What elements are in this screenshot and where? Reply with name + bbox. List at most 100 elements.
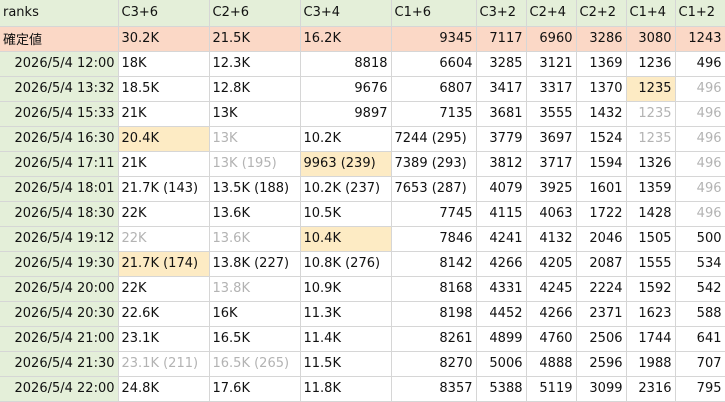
table-cell[interactable]: 496 — [675, 176, 725, 202]
table-cell[interactable]: 2087 — [576, 251, 627, 277]
column-header[interactable]: C1+2 — [675, 0, 725, 27]
table-cell[interactable]: 2596 — [576, 351, 627, 377]
table-cell[interactable]: 4452 — [476, 301, 527, 327]
table-cell[interactable]: 1623 — [626, 301, 676, 327]
table-cell[interactable]: 1524 — [576, 126, 627, 152]
table-cell[interactable]: 1722 — [576, 201, 627, 227]
confirmed-cell[interactable]: 3286 — [576, 26, 627, 52]
row-timestamp[interactable]: 2026/5/4 22:00 — [0, 376, 119, 402]
confirmed-cell[interactable]: 7117 — [476, 26, 527, 52]
table-cell[interactable]: 1370 — [576, 76, 627, 102]
table-cell[interactable]: 2506 — [576, 326, 627, 352]
table-cell[interactable]: 17.6K — [209, 376, 301, 402]
table-cell[interactable]: 18K — [118, 51, 210, 77]
table-cell[interactable]: 10.5K — [300, 201, 392, 227]
table-cell[interactable]: 20.4K — [118, 126, 210, 152]
table-cell[interactable]: 2371 — [576, 301, 627, 327]
table-cell[interactable]: 10.2K — [300, 126, 392, 152]
row-timestamp[interactable]: 2026/5/4 19:30 — [0, 251, 119, 277]
column-header[interactable]: C3+4 — [300, 0, 392, 27]
table-cell[interactable]: 3317 — [526, 76, 577, 102]
table-cell[interactable]: 13.8K — [209, 276, 301, 302]
row-timestamp[interactable]: 2026/5/4 18:30 — [0, 201, 119, 227]
table-cell[interactable]: 2224 — [576, 276, 627, 302]
table-cell[interactable]: 641 — [675, 326, 725, 352]
table-cell[interactable]: 10.9K — [300, 276, 392, 302]
table-cell[interactable]: 7653 (287) — [391, 176, 477, 202]
table-cell[interactable]: 4266 — [526, 301, 577, 327]
table-cell[interactable]: 3681 — [476, 101, 527, 127]
row-timestamp[interactable]: 2026/5/4 20:30 — [0, 301, 119, 327]
table-cell[interactable]: 795 — [675, 376, 725, 402]
table-cell[interactable]: 5388 — [476, 376, 527, 402]
table-cell[interactable]: 1428 — [626, 201, 676, 227]
table-cell[interactable]: 496 — [675, 76, 725, 102]
table-cell[interactable]: 8270 — [391, 351, 477, 377]
table-cell[interactable]: 10.4K — [300, 226, 392, 252]
table-cell[interactable]: 496 — [675, 101, 725, 127]
table-cell[interactable]: 11.8K — [300, 376, 392, 402]
table-cell[interactable]: 21K — [118, 151, 210, 177]
table-cell[interactable]: 8357 — [391, 376, 477, 402]
row-timestamp[interactable]: 2026/5/4 15:33 — [0, 101, 119, 127]
confirmed-cell[interactable]: 21.5K — [209, 26, 301, 52]
table-cell[interactable]: 8261 — [391, 326, 477, 352]
confirmed-cell[interactable]: 9345 — [391, 26, 477, 52]
table-cell[interactable]: 4132 — [526, 226, 577, 252]
table-cell[interactable]: 496 — [675, 201, 725, 227]
table-cell[interactable]: 2046 — [576, 226, 627, 252]
table-cell[interactable]: 3779 — [476, 126, 527, 152]
table-cell[interactable]: 10.8K (276) — [300, 251, 392, 277]
table-cell[interactable]: 13K — [209, 126, 301, 152]
table-cell[interactable]: 7745 — [391, 201, 477, 227]
confirmed-cell[interactable]: 3080 — [626, 26, 676, 52]
table-cell[interactable]: 22K — [118, 201, 210, 227]
column-header[interactable]: C2+2 — [576, 0, 627, 27]
table-cell[interactable]: 1592 — [626, 276, 676, 302]
table-cell[interactable]: 1555 — [626, 251, 676, 277]
table-cell[interactable]: 22.6K — [118, 301, 210, 327]
table-cell[interactable]: 496 — [675, 126, 725, 152]
row-timestamp[interactable]: 2026/5/4 12:00 — [0, 51, 119, 77]
confirmed-cell[interactable]: 16.2K — [300, 26, 392, 52]
table-cell[interactable]: 2316 — [626, 376, 676, 402]
table-cell[interactable]: 9963 (239) — [300, 151, 392, 177]
table-cell[interactable]: 1505 — [626, 226, 676, 252]
table-cell[interactable]: 8142 — [391, 251, 477, 277]
table-cell[interactable]: 1594 — [576, 151, 627, 177]
row-timestamp[interactable]: 2026/5/4 13:32 — [0, 76, 119, 102]
table-cell[interactable]: 588 — [675, 301, 725, 327]
table-cell[interactable]: 6604 — [391, 51, 477, 77]
table-cell[interactable]: 496 — [675, 151, 725, 177]
table-cell[interactable]: 9897 — [300, 101, 392, 127]
row-timestamp[interactable]: 2026/5/4 18:01 — [0, 176, 119, 202]
table-cell[interactable]: 11.4K — [300, 326, 392, 352]
table-cell[interactable]: 4205 — [526, 251, 577, 277]
table-cell[interactable]: 4063 — [526, 201, 577, 227]
column-header[interactable]: C1+4 — [626, 0, 676, 27]
table-cell[interactable]: 24.8K — [118, 376, 210, 402]
table-cell[interactable]: 1326 — [626, 151, 676, 177]
table-cell[interactable]: 13K — [209, 101, 301, 127]
table-cell[interactable]: 3555 — [526, 101, 577, 127]
table-cell[interactable]: 6807 — [391, 76, 477, 102]
row-timestamp[interactable]: 2026/5/4 20:00 — [0, 276, 119, 302]
table-cell[interactable]: 13.5K (188) — [209, 176, 301, 202]
table-cell[interactable]: 4115 — [476, 201, 527, 227]
table-cell[interactable]: 4245 — [526, 276, 577, 302]
table-cell[interactable]: 18.5K — [118, 76, 210, 102]
table-cell[interactable]: 21.7K (143) — [118, 176, 210, 202]
confirmed-cell[interactable]: 6960 — [526, 26, 577, 52]
table-cell[interactable]: 7135 — [391, 101, 477, 127]
table-cell[interactable]: 3121 — [526, 51, 577, 77]
table-cell[interactable]: 13.6K — [209, 226, 301, 252]
column-header[interactable]: C2+4 — [526, 0, 577, 27]
confirmed-cell[interactable]: 30.2K — [118, 26, 210, 52]
table-cell[interactable]: 1235 — [626, 76, 676, 102]
table-cell[interactable]: 542 — [675, 276, 725, 302]
table-cell[interactable]: 3925 — [526, 176, 577, 202]
column-header-ranks[interactable]: ranks — [0, 0, 119, 27]
table-cell[interactable]: 12.3K — [209, 51, 301, 77]
table-cell[interactable]: 8198 — [391, 301, 477, 327]
table-cell[interactable]: 16K — [209, 301, 301, 327]
